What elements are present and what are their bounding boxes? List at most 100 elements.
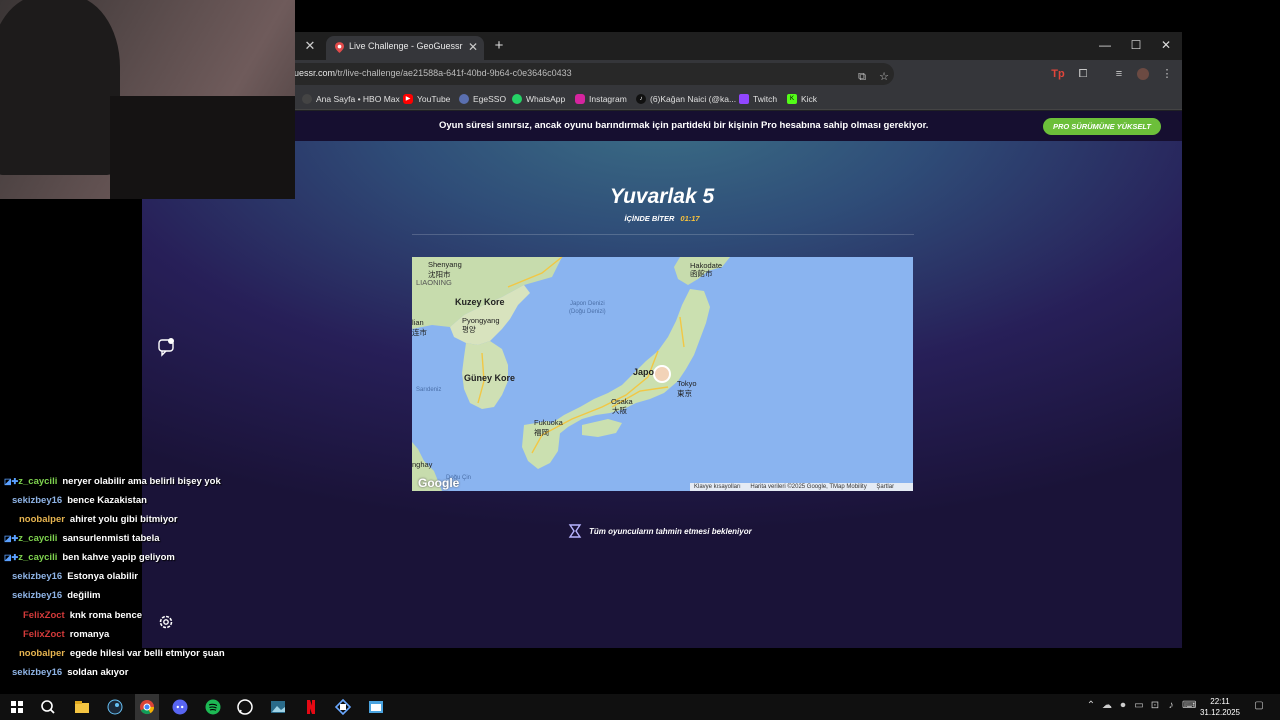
bookmark-kick[interactable]: K Kick [787,92,817,106]
timer-label: İÇİNDE BİTER [624,214,675,223]
tab-close-icon[interactable]: ✕ [468,40,478,54]
settings-gear-icon[interactable] [157,613,175,631]
search-icon[interactable] [39,698,57,716]
chat-username: FelixZoct [23,628,65,640]
volume-icon[interactable]: ♪ [1164,700,1178,711]
extension-tp-icon[interactable]: Tp [1050,66,1066,82]
maximize-icon[interactable]: ☐ [1126,37,1146,55]
map-label-pyongyang-kr: 평양 [462,325,476,334]
waiting-status: Tüm oyuncuların tahmin etmesi bekleniyor [567,523,752,539]
bookmark-label: Kick [801,94,818,104]
tab-geoguessr[interactable]: Live Challenge - GeoGuessr ✕ [326,36,484,60]
chat-message: sekizbey16 bence Kazakistan [12,492,147,508]
chat-username: sekizbey16 [12,494,63,506]
tiktok-icon: ♪ [636,94,646,104]
round-timer: İÇİNDE BİTER 01:17 [562,214,762,223]
chat-text: romanya [69,628,110,640]
webcam-dark-region [110,96,295,199]
close-window-icon[interactable]: ✕ [1156,37,1176,55]
bookmark-tiktok[interactable]: ♪ (6)Kağan Naici (@ka... [636,92,736,106]
previous-tab-close-icon[interactable]: ✕ [302,38,318,54]
chat-username: sekizbey16 [12,570,63,582]
map-label-tokyo-jp: 東京 [677,389,692,398]
instagram-icon [575,94,585,104]
extensions-puzzle-icon[interactable]: ⧠ [1075,66,1091,82]
media-control-icon[interactable]: ≡ [1111,66,1127,82]
map-label-fukuoka: Fukuoka [534,418,563,427]
map-shikoku-land [582,419,622,437]
onedrive-icon[interactable]: ☁ [1100,700,1114,711]
hbo-icon [302,94,312,104]
chat-message: sekizbey16 soldan akıyor [12,664,128,680]
map-label-south-korea: Güney Kore [464,373,516,383]
guess-map[interactable]: Shenyang 沈阳市 LIAONING Kuzey Kore Pyongya… [412,257,913,491]
bookmark-hbo[interactable]: Ana Sayfa • HBO Max [302,92,400,106]
windows-start-icon[interactable] [8,698,26,716]
app-window-icon[interactable] [367,698,385,716]
chat-username: sekizbey16 [12,666,63,678]
badge-icon: ◪✚ [4,552,19,562]
chat-message: FelixZoct romanya [23,626,109,642]
chat-text: neryer olabilir ama belirli bişey yok [62,475,221,487]
chat-text: sansurlenmisti tabela [62,532,160,544]
system-clock[interactable]: 22:11 31.12.2025 [1198,696,1242,718]
timer-value: 01:17 [680,214,700,223]
upgrade-pro-button[interactable]: PRO SÜRÜMÜNE YÜKSELT [1043,118,1161,135]
webcam-overlay [0,0,295,199]
photo-app-icon[interactable] [269,698,287,716]
chat-username: z_caycili [18,475,58,487]
map-footer: Klavye kısayolları Harita verileri ©2025… [690,483,913,491]
minimize-icon[interactable]: — [1095,37,1115,55]
geoguessr-favicon-icon [335,42,344,53]
bookmark-twitch[interactable]: Twitch [739,92,777,106]
discord-icon[interactable] [171,698,189,716]
menu-kebab-icon[interactable]: ⋮ [1159,66,1175,82]
geoguessr-page: Oyun süresi sınırsız, ancak oyunu barınd… [142,111,1182,648]
bookmark-youtube[interactable]: ▶ YouTube [403,92,450,106]
network-icon[interactable]: ⊡ [1148,700,1162,711]
install-app-icon[interactable]: ⧉ [854,69,870,85]
map-label-japan: Japo [633,367,655,377]
bookmark-instagram[interactable]: Instagram [575,92,627,106]
terms-link[interactable]: Şartlar [876,484,894,490]
pro-banner: Oyun süresi sınırsız, ancak oyunu barınd… [142,111,1182,141]
bookmark-whatsapp[interactable]: WhatsApp [512,92,565,106]
battery-icon[interactable]: ▭ [1132,700,1146,711]
chat-username: noobalper [19,647,65,659]
map-label-sarideniz: Sarıdeniz [416,387,442,393]
bookmark-star-icon[interactable]: ☆ [876,69,892,85]
clock-date: 31.12.2025 [1199,708,1241,717]
chat-message: sekizbey16 değilim [12,587,100,603]
notification-icon[interactable]: ▢ [1252,700,1266,711]
map-label-fukuoka-jp: 福岡 [534,428,549,437]
egesso-icon [459,94,469,104]
player-guess-pin [653,365,671,383]
tray-chevron-icon[interactable]: ⌃ [1084,700,1098,711]
chat-message: sekizbey16 Estonya olabilir [12,568,138,584]
chat-toggle-icon[interactable] [156,335,178,357]
netflix-icon[interactable] [302,698,320,716]
microphone-icon[interactable]: ⏺ [1116,700,1130,711]
keyboard-shortcuts-link[interactable]: Klavye kısayolları [694,484,741,490]
title-divider [412,234,914,235]
chrome-icon[interactable] [138,698,156,716]
google-logo: Google [418,476,460,490]
url-domain: uessr.com [294,68,336,78]
map-label-japan-sea-alt: (Doğu Denizi) [569,309,606,315]
bookmark-label: Ana Sayfa • HBO Max [316,94,400,104]
spotify-icon[interactable] [204,698,222,716]
map-label-tokyo: Tokyo [677,379,697,388]
map-label-liaoning: LIAONING [416,278,452,287]
whatsapp-icon[interactable] [236,698,254,716]
steam-icon[interactable] [106,698,124,716]
bookmark-label: WhatsApp [526,94,566,104]
new-tab-icon[interactable]: + [490,37,508,55]
waiting-text: Tüm oyuncuların tahmin etmesi bekleniyor [589,526,752,536]
bookmark-egesso[interactable]: EgeSSO [459,92,506,106]
keyboard-icon[interactable]: ⌨ [1182,700,1196,711]
profile-avatar-icon[interactable] [1135,66,1151,82]
file-explorer-icon[interactable] [73,698,91,716]
network-app-icon[interactable] [334,698,352,716]
round-title: Yuvarlak 5 [609,185,715,208]
chat-message: ◪✚ z_caycili ben kahve yapip geliyom [4,549,175,565]
